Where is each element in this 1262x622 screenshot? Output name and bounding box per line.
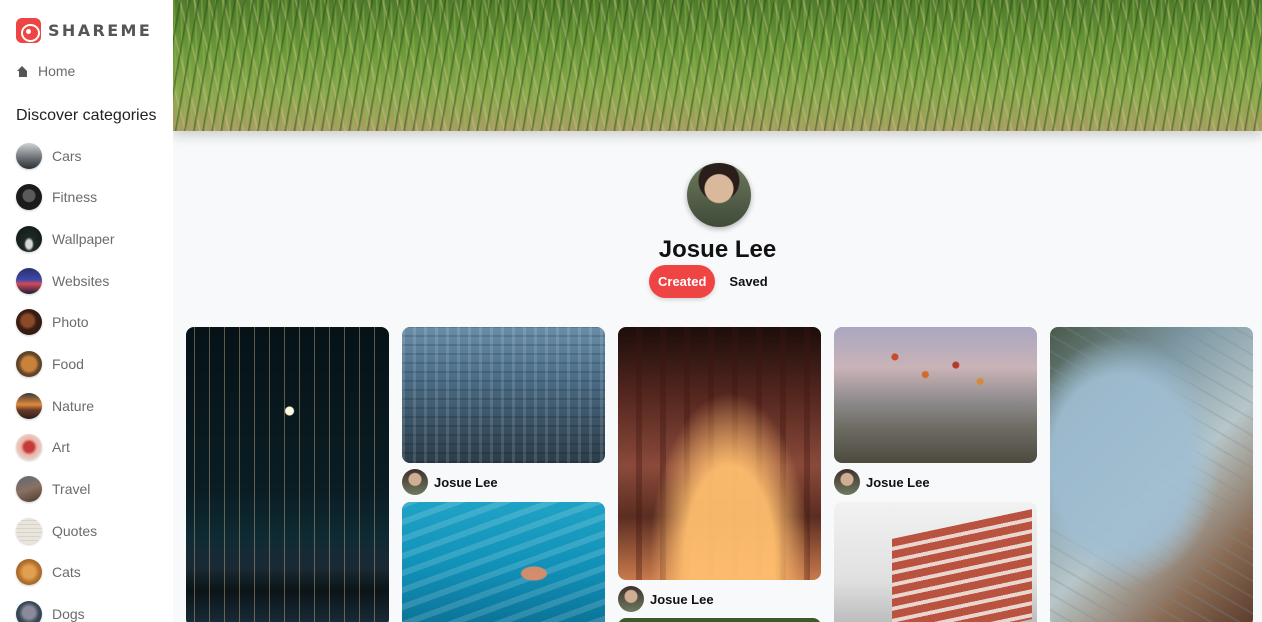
category-thumbnail — [16, 225, 42, 252]
sidebar-item-photo[interactable]: Photo — [16, 309, 115, 336]
pin-author[interactable]: Josue Lee — [618, 586, 714, 612]
category-label: Dogs — [52, 606, 85, 622]
category-thumbnail — [16, 184, 42, 211]
pin-image[interactable] — [618, 327, 821, 580]
pin-author-name: Josue Lee — [434, 474, 498, 490]
sidebar-item-home[interactable]: Home — [17, 63, 75, 79]
category-thumbnail — [16, 309, 42, 336]
sidebar-item-wallpaper[interactable]: Wallpaper — [16, 225, 115, 252]
profile-tabs: Created Saved — [649, 265, 768, 298]
category-label: Wallpaper — [52, 230, 115, 247]
sidebar-item-art[interactable]: Art — [16, 434, 115, 461]
category-thumbnail — [16, 476, 42, 502]
tab-created[interactable]: Created — [649, 265, 716, 298]
logo[interactable]: SHAREME — [16, 18, 152, 43]
camera-icon — [16, 18, 41, 43]
category-label: Fitness — [52, 189, 98, 206]
avatar — [402, 469, 428, 495]
category-label: Travel — [52, 481, 91, 497]
pin-author[interactable]: Josue Lee — [834, 469, 930, 495]
pin-image[interactable] — [1050, 327, 1253, 622]
pin-author[interactable]: Josue Lee — [402, 469, 498, 495]
sidebar-item-food[interactable]: Food — [16, 350, 115, 377]
category-thumbnail — [16, 434, 42, 461]
sidebar-item-travel[interactable]: Travel — [16, 476, 115, 502]
category-label: Food — [52, 355, 84, 372]
category-label: Photo — [52, 314, 89, 331]
sidebar-item-quotes[interactable]: Quotes — [16, 517, 115, 544]
brand-name: SHAREME — [48, 21, 153, 40]
avatar — [834, 469, 860, 495]
category-thumbnail — [16, 559, 42, 586]
tab-saved[interactable]: Saved — [729, 274, 767, 289]
category-label: Quotes — [52, 522, 98, 539]
profile-banner-image — [173, 0, 1262, 131]
pin-image[interactable] — [834, 327, 1037, 463]
pin-image[interactable] — [402, 327, 605, 463]
profile-name: Josue Lee — [658, 236, 777, 263]
avatar — [618, 586, 644, 612]
sidebar-item-dogs[interactable]: Dogs — [16, 601, 115, 622]
sidebar-item-fitness[interactable]: Fitness — [16, 184, 115, 211]
pin-image[interactable] — [402, 502, 605, 622]
sidebar: SHAREME Home Discover categories Cars Fi… — [0, 0, 173, 622]
category-label: Nature — [52, 397, 95, 414]
category-list: Cars Fitness Wallpaper Websites Photo Fo… — [16, 142, 115, 622]
category-thumbnail — [16, 267, 42, 294]
categories-heading: Discover categories — [16, 107, 157, 124]
pin-image[interactable] — [618, 618, 821, 622]
category-thumbnail — [16, 142, 42, 169]
building-shape — [892, 509, 1032, 622]
category-thumbnail — [16, 517, 42, 544]
main-content: Josue Lee Created Saved Josue Lee Josue … — [173, 0, 1262, 622]
pin-author-name: Josue Lee — [650, 591, 714, 607]
home-icon — [17, 65, 28, 77]
category-label: Art — [52, 439, 70, 456]
category-label: Cars — [52, 147, 82, 164]
category-thumbnail — [16, 601, 42, 622]
pin-image[interactable] — [186, 327, 389, 622]
sidebar-item-websites[interactable]: Websites — [16, 267, 115, 294]
category-thumbnail — [16, 350, 42, 377]
pin-author-name: Josue Lee — [866, 474, 930, 490]
sidebar-item-cars[interactable]: Cars — [16, 142, 115, 169]
category-label: Websites — [52, 272, 110, 289]
category-label: Cats — [52, 564, 81, 581]
category-thumbnail — [16, 392, 42, 419]
sidebar-item-nature[interactable]: Nature — [16, 392, 115, 419]
pin-image[interactable] — [834, 502, 1037, 622]
sidebar-item-cats[interactable]: Cats — [16, 559, 115, 586]
profile-avatar — [687, 163, 751, 227]
sidebar-item-label: Home — [38, 63, 76, 79]
